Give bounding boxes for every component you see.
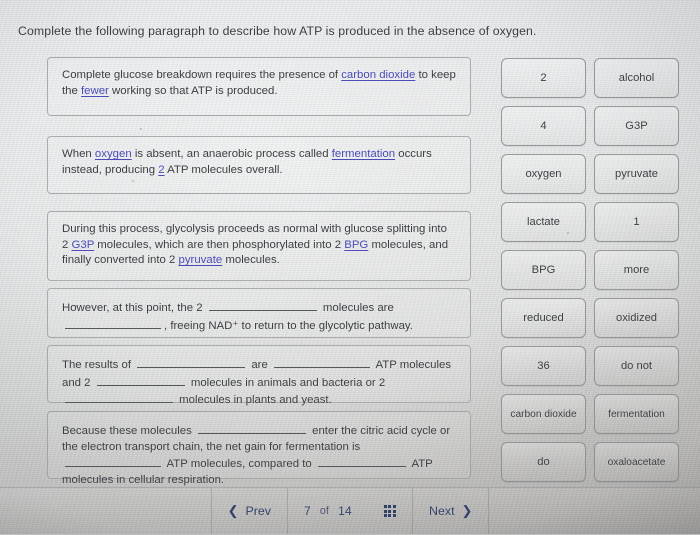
answer-bank-row: 36 do not	[501, 346, 679, 386]
filled-answer-slot[interactable]: BPG	[344, 239, 368, 251]
answer-tile[interactable]: BPG	[501, 250, 586, 290]
filled-answer-slot[interactable]: pyruvate	[179, 254, 223, 266]
answer-tile[interactable]: oxidized	[594, 298, 679, 338]
grid-view-button[interactable]	[368, 488, 412, 534]
grid-menu-icon	[383, 504, 397, 518]
answer-bank: 2 alcohol 4 G3P oxygen pyruvate lactate 1 BPG mor…	[501, 58, 679, 490]
photo-speck	[132, 180, 134, 182]
answer-bank-row: 4 G3P	[501, 106, 679, 146]
pagination-bar: ❮ Prev 7 of 14 Next ❯	[0, 487, 700, 535]
answer-tile[interactable]: 36	[501, 346, 586, 386]
chevron-left-icon: ❮	[227, 503, 239, 518]
paragraph-box-4: However, at this point, the 2 molecules …	[47, 288, 471, 338]
nav-divider-right	[488, 488, 490, 534]
filled-answer-slot[interactable]: oxygen	[95, 148, 132, 160]
answer-tile[interactable]: fermentation	[594, 394, 679, 434]
next-button-label: Next	[429, 504, 455, 518]
answer-bank-row: reduced oxidized	[501, 298, 679, 338]
paragraph-text: are	[248, 359, 271, 371]
paragraph-box-2: When oxygen is absent, an anaerobic proc…	[47, 136, 471, 194]
page-title: Complete the following paragraph to desc…	[18, 24, 537, 38]
answer-bank-row: lactate 1	[501, 202, 679, 242]
quiz-screen: Complete the following paragraph to desc…	[0, 0, 700, 535]
prev-button-label: Prev	[245, 504, 271, 518]
answer-tile[interactable]: carbon dioxide	[501, 394, 586, 434]
answer-tile[interactable]: oxaloacetate	[594, 442, 679, 482]
paragraph-text: molecules in animals and bacteria or 2	[187, 376, 386, 389]
answer-tile[interactable]: more	[594, 250, 679, 290]
empty-answer-slot[interactable]	[197, 422, 306, 434]
paragraph-text: molecules in plants and yeast.	[176, 394, 332, 407]
answer-tile[interactable]: reduced	[501, 298, 586, 338]
filled-answer-slot[interactable]: G3P	[72, 239, 95, 251]
next-button[interactable]: Next ❯	[413, 488, 488, 534]
paragraph-text: molecules, which are then phosphorylated…	[94, 238, 345, 251]
answer-tile[interactable]: 1	[594, 202, 679, 242]
answer-tile[interactable]: G3P	[594, 106, 679, 146]
paragraph-box-3: During this process, glycolysis proceeds…	[47, 211, 471, 281]
empty-answer-slot[interactable]	[65, 391, 173, 404]
paragraph-text: However, at this point, the 2	[62, 302, 206, 314]
paragraph-box-6: Because these molecules enter the citric…	[47, 411, 471, 486]
answer-tile[interactable]: 4	[501, 106, 586, 146]
paragraph-text: is absent, an anaerobic process called	[131, 148, 332, 160]
empty-answer-slot[interactable]	[96, 374, 185, 386]
answer-bank-row: BPG more	[501, 250, 679, 290]
paragraph-text: Complete glucose breakdown requires the …	[62, 69, 342, 81]
answer-bank-row: oxygen pyruvate	[501, 154, 679, 194]
answer-tile[interactable]: alcohol	[594, 58, 679, 98]
paragraph-text: When	[62, 148, 95, 160]
answer-tile[interactable]: lactate	[501, 202, 586, 242]
paragraph-text: ATP molecules overall.	[164, 163, 283, 176]
answer-bank-row: carbon dioxide fermentation	[501, 394, 679, 434]
paragraph-text: ATP molecules, compared to	[164, 458, 315, 471]
empty-answer-slot[interactable]	[273, 356, 370, 368]
filled-answer-slot[interactable]: carbon dioxide	[341, 69, 415, 81]
answer-tile[interactable]: 2	[501, 58, 586, 98]
empty-answer-slot[interactable]	[317, 455, 406, 468]
paragraph-text: molecules.	[222, 254, 280, 267]
paragraph-box-1: Complete glucose breakdown requires the …	[47, 57, 471, 116]
answer-tile[interactable]: oxygen	[501, 154, 586, 194]
page-of-label: of	[319, 505, 330, 517]
photo-speck	[75, 305, 77, 307]
page-indicator: 7 of 14	[288, 488, 368, 534]
empty-answer-slot[interactable]	[137, 356, 246, 368]
empty-answer-slot[interactable]	[65, 317, 161, 329]
answer-tile[interactable]: do	[501, 442, 586, 482]
paragraph-text: Because these molecules	[62, 425, 195, 437]
filled-answer-slot[interactable]: fewer	[81, 85, 109, 97]
answer-tile[interactable]: pyruvate	[594, 154, 679, 194]
photo-speck	[567, 232, 569, 234]
paragraph-text: molecules are	[319, 302, 394, 314]
paragraph-text: working so that ATP is produced.	[108, 84, 278, 97]
paragraph-box-5: The results of are ATP molecules and 2 m…	[47, 345, 471, 407]
answer-bank-row: do oxaloacetate	[501, 442, 679, 482]
paragraph-text: The results of	[62, 359, 135, 371]
prev-button[interactable]: ❮ Prev	[212, 488, 287, 534]
answer-tile[interactable]: do not	[594, 346, 679, 386]
empty-answer-slot[interactable]	[208, 299, 317, 311]
empty-answer-slot[interactable]	[65, 455, 161, 468]
page-total: 14	[338, 504, 352, 518]
page-current: 7	[303, 504, 311, 518]
photo-speck	[140, 128, 142, 130]
paragraph-text: , freeing NAD⁺ to return to the glycolyt…	[164, 319, 413, 332]
chevron-right-icon: ❯	[461, 503, 473, 518]
answer-bank-row: 2 alcohol	[501, 58, 679, 98]
filled-answer-slot[interactable]: fermentation	[332, 148, 395, 160]
